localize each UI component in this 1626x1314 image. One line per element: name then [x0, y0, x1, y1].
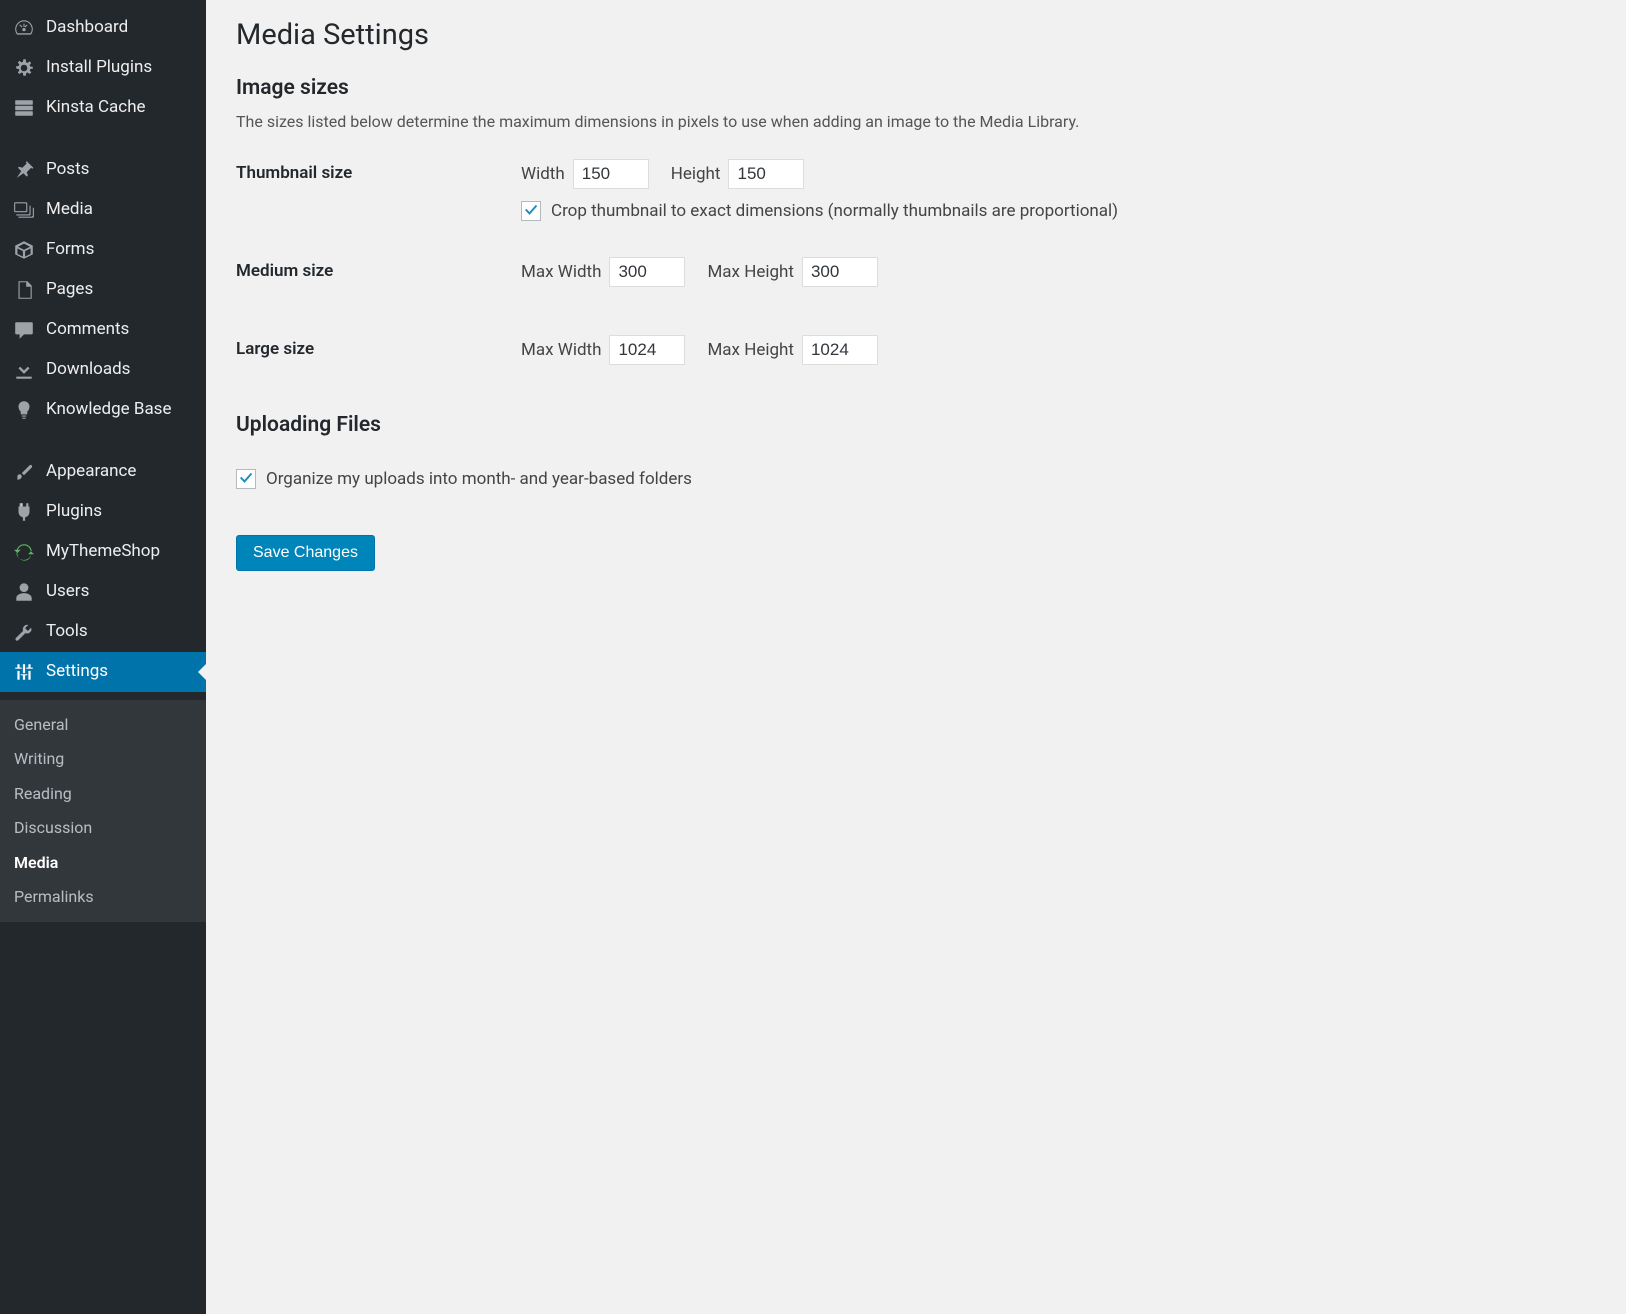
sidebar-item-settings[interactable]: Settings	[0, 652, 206, 692]
sidebar-item-label: MyThemeShop	[46, 540, 160, 564]
sidebar-item-label: Knowledge Base	[46, 398, 171, 422]
sidebar-item-appearance[interactable]: Appearance	[0, 452, 206, 492]
sidebar-item-tools[interactable]: Tools	[0, 612, 206, 652]
sidebar-subitem-general[interactable]: General	[0, 708, 206, 742]
section-heading-uploading: Uploading Files	[236, 413, 1596, 437]
sliders-icon	[12, 660, 36, 684]
sidebar-item-install-plugins[interactable]: Install Plugins	[0, 48, 206, 88]
sidebar-item-label: Media	[46, 198, 93, 222]
thumbnail-label: Thumbnail size	[236, 159, 521, 183]
sidebar-item-posts[interactable]: Posts	[0, 150, 206, 190]
sidebar-item-label: Pages	[46, 278, 93, 302]
download-icon	[12, 358, 36, 382]
comments-icon	[12, 318, 36, 342]
main-content: Media Settings Image sizes The sizes lis…	[206, 0, 1626, 1314]
admin-sidebar: Dashboard Install Plugins Kinsta Cache P…	[0, 0, 206, 1314]
medium-height-input[interactable]	[802, 257, 878, 287]
organize-uploads-row: Organize my uploads into month- and year…	[236, 469, 1596, 489]
plug-icon	[12, 500, 36, 524]
sidebar-item-downloads[interactable]: Downloads	[0, 350, 206, 390]
page-title: Media Settings	[236, 18, 1596, 52]
sidebar-item-kinsta-cache[interactable]: Kinsta Cache	[0, 88, 206, 128]
sidebar-item-label: Tools	[46, 620, 88, 644]
width-label: Width	[521, 164, 565, 184]
sidebar-subitem-writing[interactable]: Writing	[0, 742, 206, 776]
sidebar-item-knowledge-base[interactable]: Knowledge Base	[0, 390, 206, 430]
large-height-input[interactable]	[802, 335, 878, 365]
max-height-label: Max Height	[707, 340, 794, 360]
organize-checkbox-label: Organize my uploads into month- and year…	[266, 469, 692, 489]
server-icon	[12, 96, 36, 120]
sidebar-item-comments[interactable]: Comments	[0, 310, 206, 350]
section-description: The sizes listed below determine the max…	[236, 112, 1596, 131]
thumbnail-width-input[interactable]	[573, 159, 649, 189]
large-size-row: Large size Max Width Max Height	[236, 335, 1596, 377]
sidebar-item-label: Dashboard	[46, 16, 128, 40]
sidebar-item-label: Users	[46, 580, 89, 604]
sidebar-item-plugins[interactable]: Plugins	[0, 492, 206, 532]
medium-label: Medium size	[236, 257, 521, 281]
organize-uploads-checkbox[interactable]	[236, 469, 256, 489]
section-heading-image-sizes: Image sizes	[236, 76, 1596, 100]
dashboard-icon	[12, 16, 36, 40]
sidebar-subitem-discussion[interactable]: Discussion	[0, 811, 206, 845]
sidebar-item-pages[interactable]: Pages	[0, 270, 206, 310]
large-label: Large size	[236, 335, 521, 359]
sidebar-item-mythemeshop[interactable]: MyThemeShop	[0, 532, 206, 572]
height-label: Height	[671, 164, 721, 184]
max-height-label: Max Height	[707, 262, 794, 282]
sidebar-item-label: Kinsta Cache	[46, 96, 146, 120]
brush-icon	[12, 460, 36, 484]
sidebar-subitem-media[interactable]: Media	[0, 846, 206, 880]
gear-icon	[12, 56, 36, 80]
pin-icon	[12, 158, 36, 182]
sidebar-item-label: Appearance	[46, 460, 136, 484]
sidebar-item-users[interactable]: Users	[0, 572, 206, 612]
media-icon	[12, 198, 36, 222]
sidebar-item-media[interactable]: Media	[0, 190, 206, 230]
user-icon	[12, 580, 36, 604]
sidebar-subitem-permalinks[interactable]: Permalinks	[0, 880, 206, 914]
sidebar-item-label: Comments	[46, 318, 129, 342]
sidebar-item-label: Downloads	[46, 358, 130, 382]
sidebar-item-label: Settings	[46, 660, 108, 684]
max-width-label: Max Width	[521, 340, 601, 360]
wrench-icon	[12, 620, 36, 644]
sidebar-item-dashboard[interactable]: Dashboard	[0, 8, 206, 48]
lightbulb-icon	[12, 398, 36, 422]
large-width-input[interactable]	[609, 335, 685, 365]
sidebar-item-label: Posts	[46, 158, 89, 182]
sidebar-item-label: Plugins	[46, 500, 102, 524]
thumbnail-size-row: Thumbnail size Width Height Crop thumbna…	[236, 159, 1596, 221]
medium-size-row: Medium size Max Width Max Height	[236, 257, 1596, 299]
crop-checkbox-label: Crop thumbnail to exact dimensions (norm…	[551, 201, 1118, 221]
crop-thumbnail-checkbox[interactable]	[521, 201, 541, 221]
sidebar-item-label: Install Plugins	[46, 56, 152, 80]
refresh-icon	[12, 540, 36, 564]
thumbnail-height-input[interactable]	[728, 159, 804, 189]
save-button[interactable]: Save Changes	[236, 535, 375, 571]
medium-width-input[interactable]	[609, 257, 685, 287]
forms-icon	[12, 238, 36, 262]
sidebar-subitem-reading[interactable]: Reading	[0, 777, 206, 811]
settings-submenu: General Writing Reading Discussion Media…	[0, 700, 206, 922]
sidebar-item-label: Forms	[46, 238, 94, 262]
max-width-label: Max Width	[521, 262, 601, 282]
sidebar-item-forms[interactable]: Forms	[0, 230, 206, 270]
pages-icon	[12, 278, 36, 302]
